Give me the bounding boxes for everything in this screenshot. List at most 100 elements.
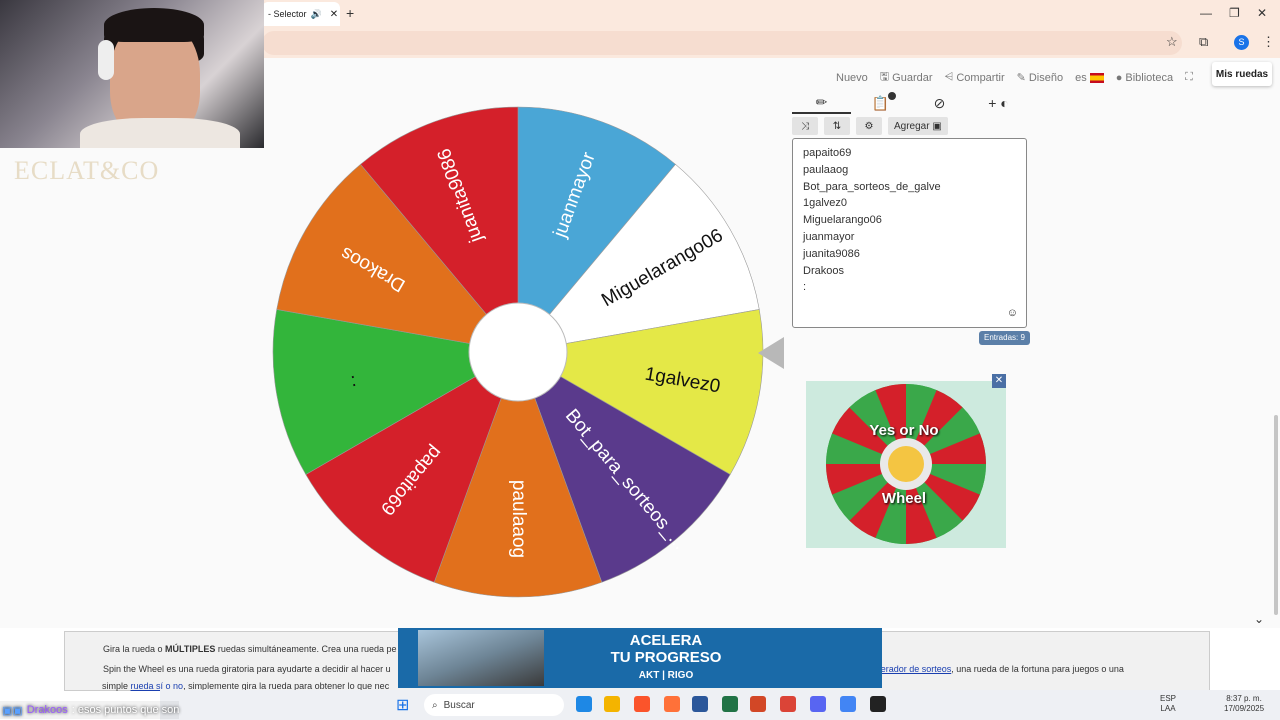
- extensions-icon[interactable]: ⧉: [1199, 34, 1208, 50]
- entry-line: juanmayor: [803, 230, 855, 243]
- ad-close-button[interactable]: ✕: [992, 374, 1006, 388]
- desc-p2-pre: Spin the Wheel es una rueda giratoria pa…: [103, 664, 391, 674]
- entry-line: juanita9086: [803, 247, 860, 260]
- pencil-icon: ✏: [815, 93, 828, 110]
- browser-tab[interactable]: - Selector 🔊 ✕: [262, 2, 340, 26]
- tab-hidden[interactable]: ⊘: [910, 92, 969, 114]
- nav-nuevo-label: Nuevo: [836, 71, 868, 84]
- wheel-pointer: [758, 337, 784, 369]
- entries-count-badge: Entradas: 9: [979, 331, 1030, 345]
- fullscreen-icon[interactable]: ⛶: [1185, 68, 1193, 87]
- chrome-icon[interactable]: [780, 696, 796, 712]
- language-indicator[interactable]: ESP LAA: [1160, 694, 1176, 714]
- nav-diseno-label: Diseño: [1028, 71, 1064, 84]
- ad-banner[interactable]: ACELERA TU PROGRESO AKT | RIGO: [398, 628, 882, 688]
- tab-title: - Selector: [268, 9, 307, 19]
- panel-tabs: ✏ 📋 ⊘ + ◐: [792, 92, 1028, 114]
- shuffle-button[interactable]: ⤨: [792, 117, 818, 135]
- nav-lang-label: es: [1075, 71, 1087, 84]
- webcam-hair-top: [104, 8, 204, 42]
- omnibox[interactable]: [262, 31, 1182, 55]
- nav-guardar[interactable]: 🖫 Guardar: [880, 68, 933, 87]
- ad-wheel-graphic: [826, 384, 986, 544]
- sort-button[interactable]: ⇅: [824, 117, 850, 135]
- discord-icon[interactable]: [810, 696, 826, 712]
- nav-diseno[interactable]: ✎ Diseño: [1017, 68, 1063, 87]
- wheel-label: paulaaog: [508, 480, 529, 558]
- close-window-button[interactable]: ✕: [1257, 6, 1267, 20]
- mis-ruedas-button[interactable]: Mis ruedas: [1212, 62, 1272, 86]
- desc-p3-pre: simple: [102, 681, 131, 691]
- clock-time: 8:37 p. m.: [1226, 694, 1262, 703]
- powerpoint-icon[interactable]: [750, 696, 766, 712]
- desc-p1-pre: Gira la rueda o: [103, 644, 166, 654]
- banner-title-1: ACELERA: [629, 632, 703, 649]
- search-label: Buscar: [443, 699, 475, 711]
- ad-subtitle: Wheel: [881, 490, 927, 507]
- agregar-image-button[interactable]: Agregar ▣: [888, 117, 948, 135]
- kebab-menu-icon[interactable]: ⋮: [1262, 34, 1275, 50]
- obs-icon[interactable]: [870, 696, 886, 712]
- chevron-down-icon[interactable]: ⌄: [1254, 612, 1264, 626]
- chat-username: Drakoos: [26, 704, 68, 716]
- tab-close-icon[interactable]: ✕: [330, 9, 338, 20]
- tab-add-wheel[interactable]: + ◐: [969, 92, 1028, 114]
- chat-message: ▣▣ Drakoos : esos puntos que son: [0, 701, 180, 719]
- excel-icon[interactable]: [722, 696, 738, 712]
- entry-line: paulaaog: [803, 163, 849, 176]
- webcam-overlay: [0, 0, 264, 148]
- ad-yes-no-wheel[interactable]: [806, 381, 1006, 548]
- plus-icon: + ◐: [988, 95, 1009, 111]
- banner-title-2: TU PROGRESO: [610, 649, 722, 666]
- webcam-shirt: [80, 118, 240, 148]
- windows-start-icon[interactable]: ⊞: [396, 695, 409, 715]
- search-icon: ⌕: [432, 699, 438, 711]
- taskbar-search[interactable]: ⌕ Buscar: [424, 694, 564, 716]
- brush-icon: ✎: [1016, 72, 1026, 84]
- entries-textarea[interactable]: papaito69 paulaaog Bot_para_sorteos_de_gal…: [792, 138, 1027, 328]
- clock-date: 17/09/2025: [1224, 704, 1265, 713]
- minimize-button[interactable]: —: [1200, 6, 1212, 20]
- spin-wheel[interactable]: juanmayorMiguelarango061galvez0Bot_para_…: [268, 102, 768, 602]
- edge-icon[interactable]: [576, 696, 592, 712]
- results-badge: [888, 92, 896, 100]
- tab-results[interactable]: 📋: [851, 92, 910, 114]
- desc-p2-post: , una rueda de la fortuna para juegos o …: [951, 664, 1124, 674]
- share-icon: ⩤: [944, 71, 954, 83]
- nav-nuevo[interactable]: Nuevo: [836, 68, 868, 87]
- speaker-icon[interactable]: 🔊: [311, 9, 322, 20]
- spain-flag-icon: [1089, 72, 1104, 83]
- banner-title: ACELERA TU PROGRESO: [566, 632, 766, 666]
- emoji-icon[interactable]: ☺: [1007, 307, 1018, 319]
- save-icon: 🖫: [879, 71, 890, 83]
- chrome-active-icon[interactable]: [840, 696, 856, 712]
- banner-subtitle: AKT | RIGO: [638, 670, 694, 681]
- nav-biblioteca[interactable]: ● Biblioteca: [1116, 68, 1173, 87]
- clock[interactable]: 8:37 p. m. 17/09/2025: [1224, 694, 1264, 714]
- desc-p1-post: ruedas simultáneamente. Crea una rueda p…: [215, 644, 397, 654]
- desc-p1-bold: MÚLTIPLES: [165, 644, 216, 654]
- new-tab-button[interactable]: +: [346, 5, 354, 21]
- folder-icon[interactable]: [604, 696, 620, 712]
- brave-icon[interactable]: [634, 696, 650, 712]
- firefox-icon[interactable]: [664, 696, 680, 712]
- agregar-label: Agregar: [894, 120, 930, 132]
- profile-avatar[interactable]: S: [1234, 35, 1249, 50]
- wheel-center[interactable]: [468, 302, 568, 402]
- banner-photo: [418, 630, 544, 686]
- page-scrollbar[interactable]: [1274, 415, 1278, 615]
- nav-guardar-label: Guardar: [892, 71, 933, 84]
- top-nav: Nuevo 🖫 Guardar ⩤ Compartir ✎ Diseño es ● Bi…: [836, 68, 1193, 87]
- restore-button[interactable]: ❐: [1229, 6, 1240, 20]
- chat-text: : esos puntos que son: [71, 704, 180, 716]
- nav-compartir[interactable]: ⩤ Compartir: [945, 68, 1005, 87]
- star-icon[interactable]: ☆: [1166, 34, 1178, 50]
- nav-biblioteca-label: Biblioteca: [1125, 71, 1174, 84]
- settings-button[interactable]: ⚙: [856, 117, 882, 135]
- nav-compartir-label: Compartir: [956, 71, 1005, 84]
- entry-line: Miguelarango06: [803, 214, 882, 227]
- word-icon[interactable]: [692, 696, 708, 712]
- tab-edit[interactable]: ✏: [792, 92, 851, 114]
- nav-language[interactable]: es: [1075, 68, 1104, 87]
- brand-watermark: ECLAT&CO: [14, 156, 160, 185]
